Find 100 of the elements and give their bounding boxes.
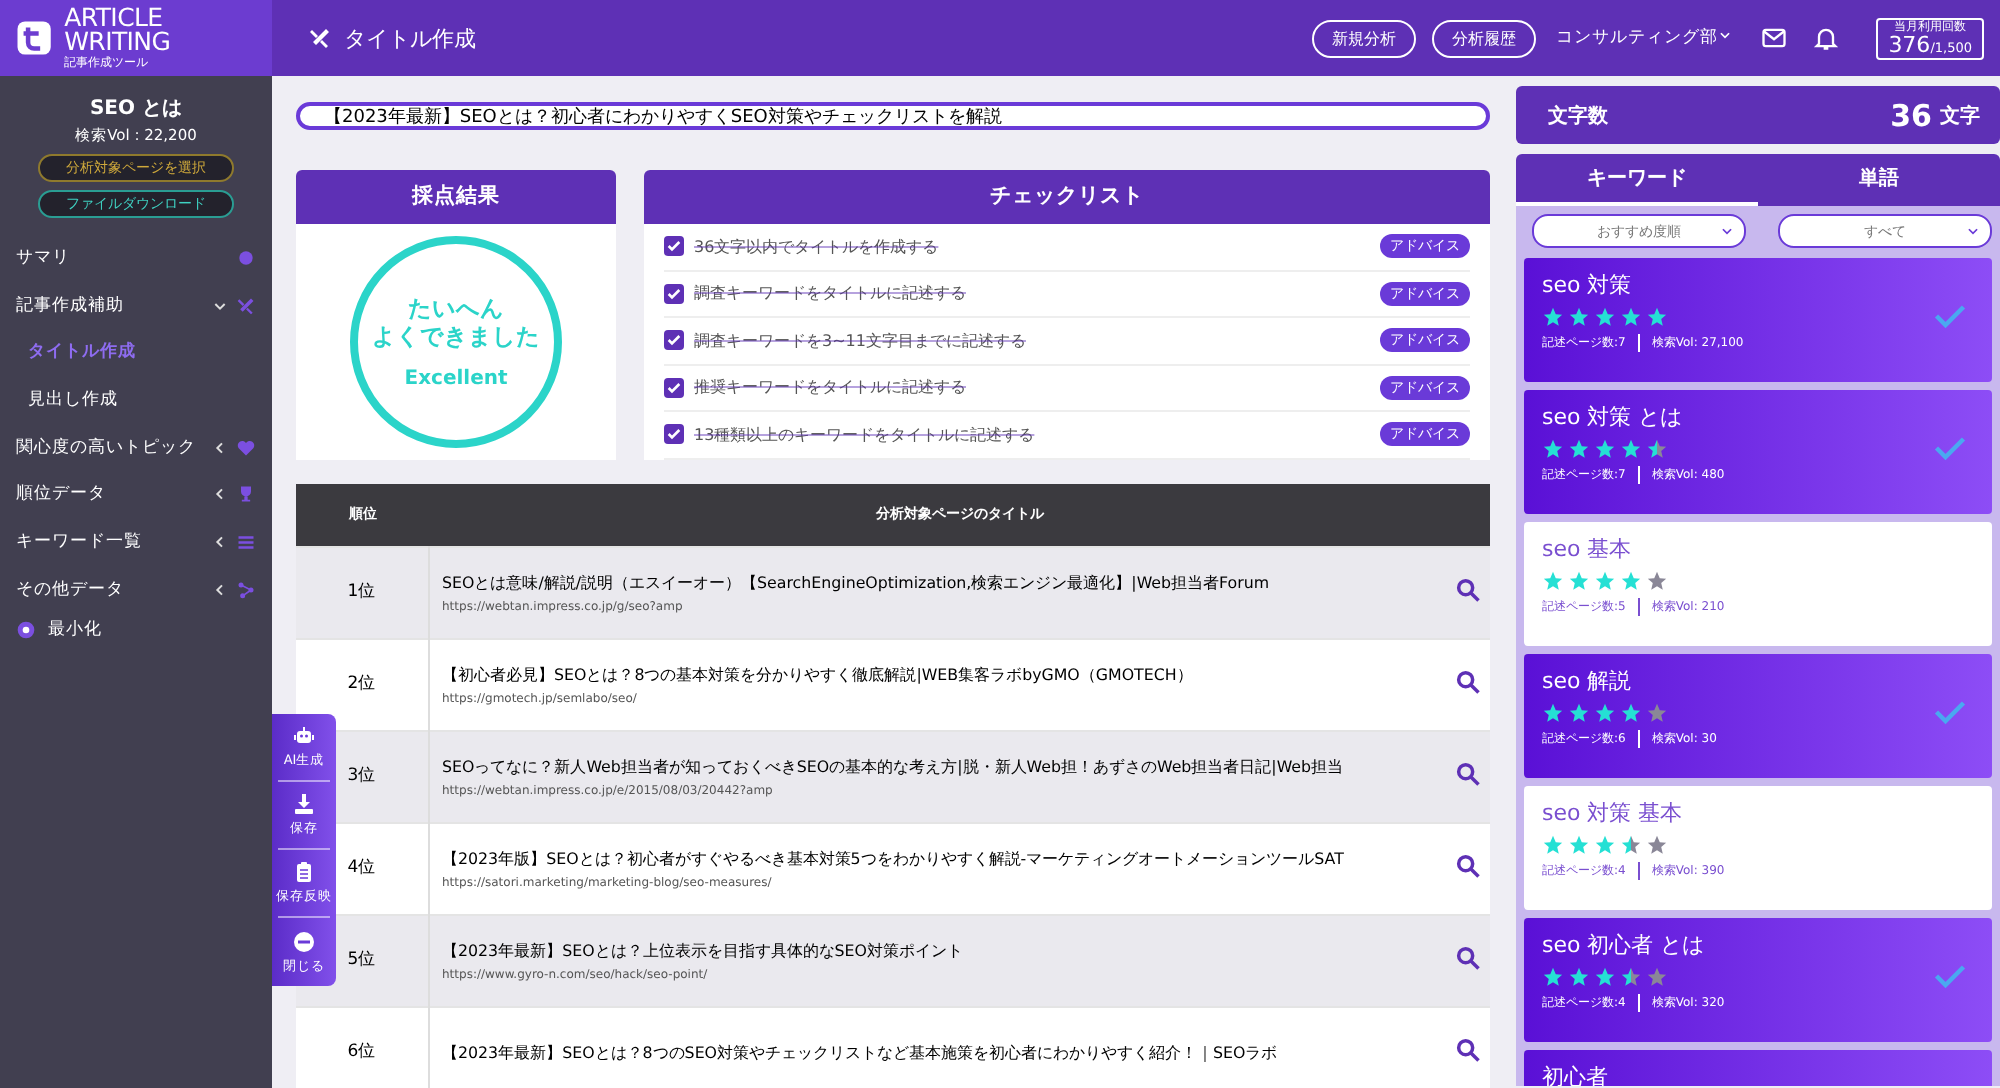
sidebar-item[interactable]: 順位データ [16,482,204,507]
check-icon [666,379,682,396]
star-icon [1542,306,1564,328]
department-dropdown[interactable]: コンサルティング部 [1556,26,1733,50]
keyword-title: seo 対策 とは [1542,402,1685,432]
star-icon [1568,834,1590,856]
search-icon[interactable] [1454,759,1482,787]
rank-cell: 1位 [296,546,429,638]
search-icon[interactable] [1454,851,1482,879]
star-icon [1568,966,1590,988]
chevron-down-icon [1718,28,1733,42]
star-icon [1620,834,1642,856]
logo-title: ARTICLE WRITING [64,5,173,56]
star-icon [1620,438,1642,460]
minimize-button[interactable]: 最小化 [0,613,272,645]
keyword-title: seo 初心者 とは [1542,930,1707,960]
stamp-text: たいへん [408,293,504,323]
keyword-title: SEO とは [87,96,184,122]
star-icon [1542,438,1564,460]
tools-icon [308,26,332,50]
star-icon [1646,702,1668,724]
chevron-down-icon [1966,224,1980,238]
stamp-text: よくできました [372,322,540,352]
star-icon [1620,702,1642,724]
logo-icon [16,18,53,58]
search-icon[interactable] [1454,943,1482,971]
sidebar-item[interactable]: 記事作成補助 [16,293,204,318]
star-icon [1594,306,1616,328]
star-icon [1594,966,1616,988]
sidebar-item[interactable]: 関心度の高いトピック [16,435,204,460]
star-icon [1594,438,1616,460]
check-icon [666,426,682,443]
search-icon[interactable] [1454,1035,1482,1063]
star-icon [1542,834,1564,856]
checkbox[interactable] [664,377,684,398]
check-icon [666,285,682,302]
toggle-icon [16,619,36,639]
clipboard-icon [292,860,316,884]
star-icon [1646,438,1668,460]
star-icon [1594,570,1616,592]
star-icon [1620,570,1642,592]
outline-button[interactable]: 分析履歴 [1432,19,1537,57]
checkbox[interactable] [664,330,684,351]
tools-icon [236,295,256,316]
count-value: 36 [1890,97,1932,133]
checkbox[interactable] [664,424,684,445]
count-unit: 文字 [1940,102,1980,129]
card-header: 採点結果 [296,170,616,224]
star-icon [1620,966,1642,988]
search-icon[interactable] [1454,667,1482,695]
star-icon [1542,570,1564,592]
mail-icon [1760,24,1789,52]
checklist-text: 推奨キーワードをタイトルに記述する [694,376,968,399]
list-icon [236,531,256,552]
sidebar-item[interactable]: その他データ [16,577,204,602]
download-icon [292,792,316,816]
keyword-title: seo 基本 [1542,534,1634,564]
checklist-text: 36文字以内でタイトルを作成する [694,235,941,258]
star-icon [1542,702,1564,724]
star-icon [1542,966,1564,988]
dot-icon [236,247,256,268]
checklist-text: 調査キーワードをタイトルに記述する [694,282,968,305]
star-icon [1568,570,1590,592]
checklist-text: 調査キーワードを3~11文字目までに記述する [694,329,1028,352]
title-input[interactable]: 【2023年最新】SEOとは？初心者にわかりやすくSEO対策やチェックリストを解説 [296,102,1490,130]
star-icon [1646,570,1668,592]
star-icon [1594,834,1616,856]
trophy-icon [236,484,256,505]
check-icon [666,332,682,349]
star-icon [1646,834,1668,856]
check-icon [666,238,682,255]
star-icon [1620,306,1642,328]
heart-icon [236,437,256,458]
chevron-down-icon [1720,224,1734,238]
keyword-title: seo 対策 [1542,270,1634,300]
star-icon [1646,306,1668,328]
star-icon [1568,438,1590,460]
rank-cell: 6位 [296,1006,429,1088]
keyword-title: seo 対策 基本 [1542,798,1685,828]
minus-circle-icon [292,929,316,953]
checkbox[interactable] [664,236,684,257]
star-icon [1646,966,1668,988]
checkbox[interactable] [664,283,684,304]
sidebar-item[interactable]: サマリ [16,245,228,270]
outline-button[interactable]: 新規分析 [1312,19,1417,57]
star-icon [1568,702,1590,724]
sidebar-item[interactable]: キーワード一覧 [16,529,204,554]
search-icon[interactable] [1454,575,1482,603]
robot-icon [292,724,316,748]
checklist-text: 13種類以上のキーワードをタイトルに記述する [694,423,1037,446]
page-title: タイトル作成 [344,23,476,53]
keyword-title: seo 解説 [1542,666,1634,696]
tab[interactable]: 単語 [1758,154,2000,206]
grade-text: Excellent [404,367,508,390]
card-header: チェックリスト [644,170,1490,224]
bell-icon [1812,24,1841,52]
star-icon [1568,306,1590,328]
count-label: 文字数 [1548,102,1610,129]
star-icon [1594,702,1616,724]
sidebar-subitem[interactable]: 見出し作成 [0,376,272,424]
